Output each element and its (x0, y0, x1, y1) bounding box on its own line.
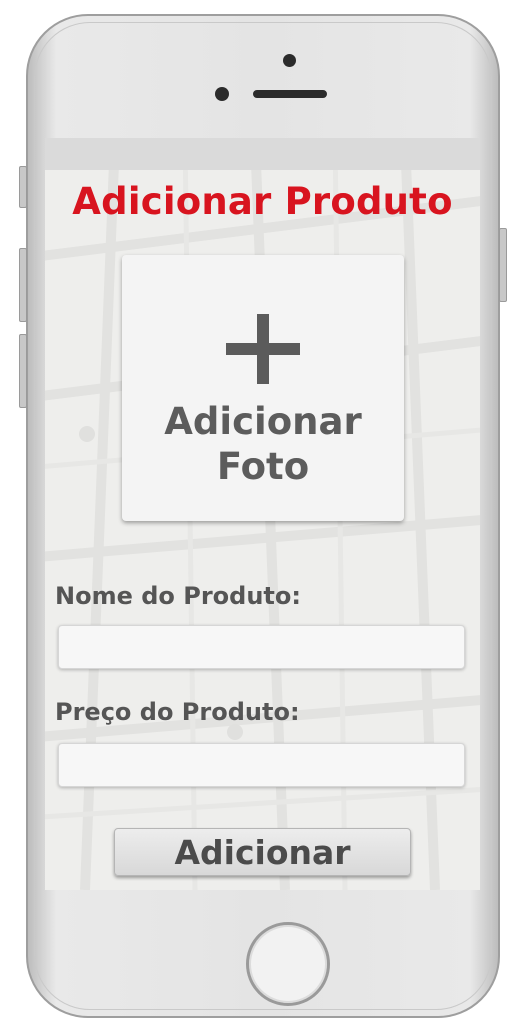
product-name-label: Nome do Produto: (55, 582, 301, 610)
page-title: Adicionar Produto (72, 180, 453, 223)
product-price-input[interactable] (58, 743, 465, 787)
mute-switch[interactable] (19, 166, 27, 208)
power-button[interactable] (499, 228, 507, 302)
proximity-sensor (215, 87, 229, 101)
product-name-input[interactable] (58, 625, 465, 669)
front-camera (283, 54, 296, 67)
product-price-label: Preço do Produto: (55, 698, 300, 726)
earpiece-speaker (253, 90, 327, 98)
plus-icon (226, 314, 300, 384)
status-bar (45, 138, 480, 170)
app-screen: Adicionar Produto Adicionar Foto Nome do… (45, 138, 480, 890)
volume-down-button[interactable] (19, 334, 27, 408)
add-photo-label: Adicionar Foto (164, 400, 362, 488)
home-button[interactable] (246, 922, 330, 1006)
add-product-button[interactable]: Adicionar (114, 828, 411, 876)
volume-up-button[interactable] (19, 248, 27, 322)
add-photo-button[interactable]: Adicionar Foto (122, 255, 404, 521)
